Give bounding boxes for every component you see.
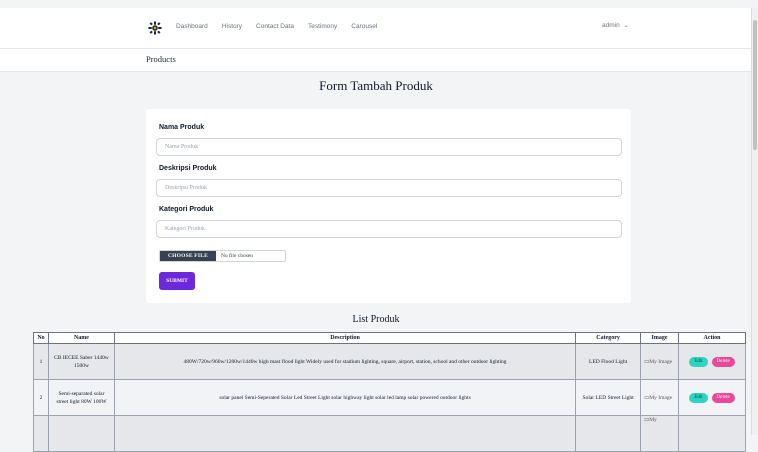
table-row: ▭My [33,415,746,452]
user-menu[interactable]: admin ⌄ [602,22,629,29]
scrollbar-thumb[interactable] [753,20,757,150]
chevron-down-icon: ⌄ [623,23,629,29]
logo-icon[interactable] [148,21,162,35]
page-title: Products [146,54,176,64]
cell-action: Edit Delete [678,379,746,416]
table-header-row: No Name Description Category Image Actio… [33,332,746,344]
delete-button[interactable]: Delete [711,392,735,403]
form-title: Form Tambah Produk [319,78,433,93]
product-form: Nama Produk Deskripsi Produk Kategori Pr… [146,109,631,303]
file-status: No file chosen [220,253,254,259]
nav-history[interactable]: History [222,22,242,32]
header-action: Action [678,332,746,344]
product-image-broken: ▭My [640,415,680,452]
cell-description [113,415,577,452]
scrollbar[interactable] [751,8,758,435]
product-image-broken: ▭My Image [640,379,680,416]
nav-carousel[interactable]: Carousel [351,22,377,32]
header-image: Image [640,332,680,344]
nav-testimony[interactable]: Testimony [308,22,337,32]
table-row: 1 CB IECEE Saber 1440w 1500w 480W/720w/9… [33,343,746,380]
cell-category [575,415,642,452]
category-label: Kategori Produk [159,206,214,213]
file-input[interactable]: CHOOSE FILE No file chosen [159,250,286,262]
edit-button[interactable]: Edit [689,356,708,367]
image-alt-text: My Image [649,358,673,365]
image-alt-text: My Image [649,394,673,401]
cell-no: 2 [33,379,49,416]
nav-contact-data[interactable]: Contact Data [256,22,294,32]
top-navbar: Dashboard History Contact Data Testimony… [0,8,752,49]
delete-button[interactable]: Delete [711,356,735,367]
cell-name: Semi-separated solar street light 80W 10… [47,379,115,416]
user-name: admin [602,22,620,29]
cell-description: 480W/720w/960w/1200w/1440w high mast flo… [113,343,577,380]
image-alt-text: My [649,417,657,423]
cell-name: CB IECEE Saber 1440w 1500w [47,343,115,380]
product-table: No Name Description Category Image Actio… [33,332,746,452]
cell-category: LED Flood Light [575,343,642,380]
header-description: Description [113,332,577,344]
cell-name [47,415,115,452]
page-header: Products [0,49,752,72]
cell-category: Solar LED Street Light [575,379,642,416]
name-label: Nama Produk [159,124,205,131]
header-name: Name [47,332,115,344]
main-nav: Dashboard History Contact Data Testimony… [176,22,391,32]
header-category: Category [575,332,642,344]
table-row: 2 Semi-separated solar street light 80W … [33,379,746,416]
product-description-input[interactable] [156,179,622,197]
cell-no [33,415,49,452]
cell-action [678,415,746,452]
cell-description: solar panel Semi-Seperated Solar Led Str… [113,379,577,416]
product-category-input[interactable] [156,220,622,238]
submit-button[interactable]: SUBMIT [159,272,195,290]
header-no: No [33,332,49,344]
product-name-input[interactable] [156,138,622,156]
edit-button[interactable]: Edit [689,392,708,403]
nav-dashboard[interactable]: Dashboard [176,22,208,32]
product-image-broken: ▭My Image [640,343,680,380]
cell-action: Edit Delete [678,343,746,380]
description-label: Deskripsi Produk [159,165,217,172]
cell-no: 1 [33,343,49,380]
choose-file-button[interactable]: CHOOSE FILE [160,251,216,261]
list-title: List Produk [352,314,400,325]
